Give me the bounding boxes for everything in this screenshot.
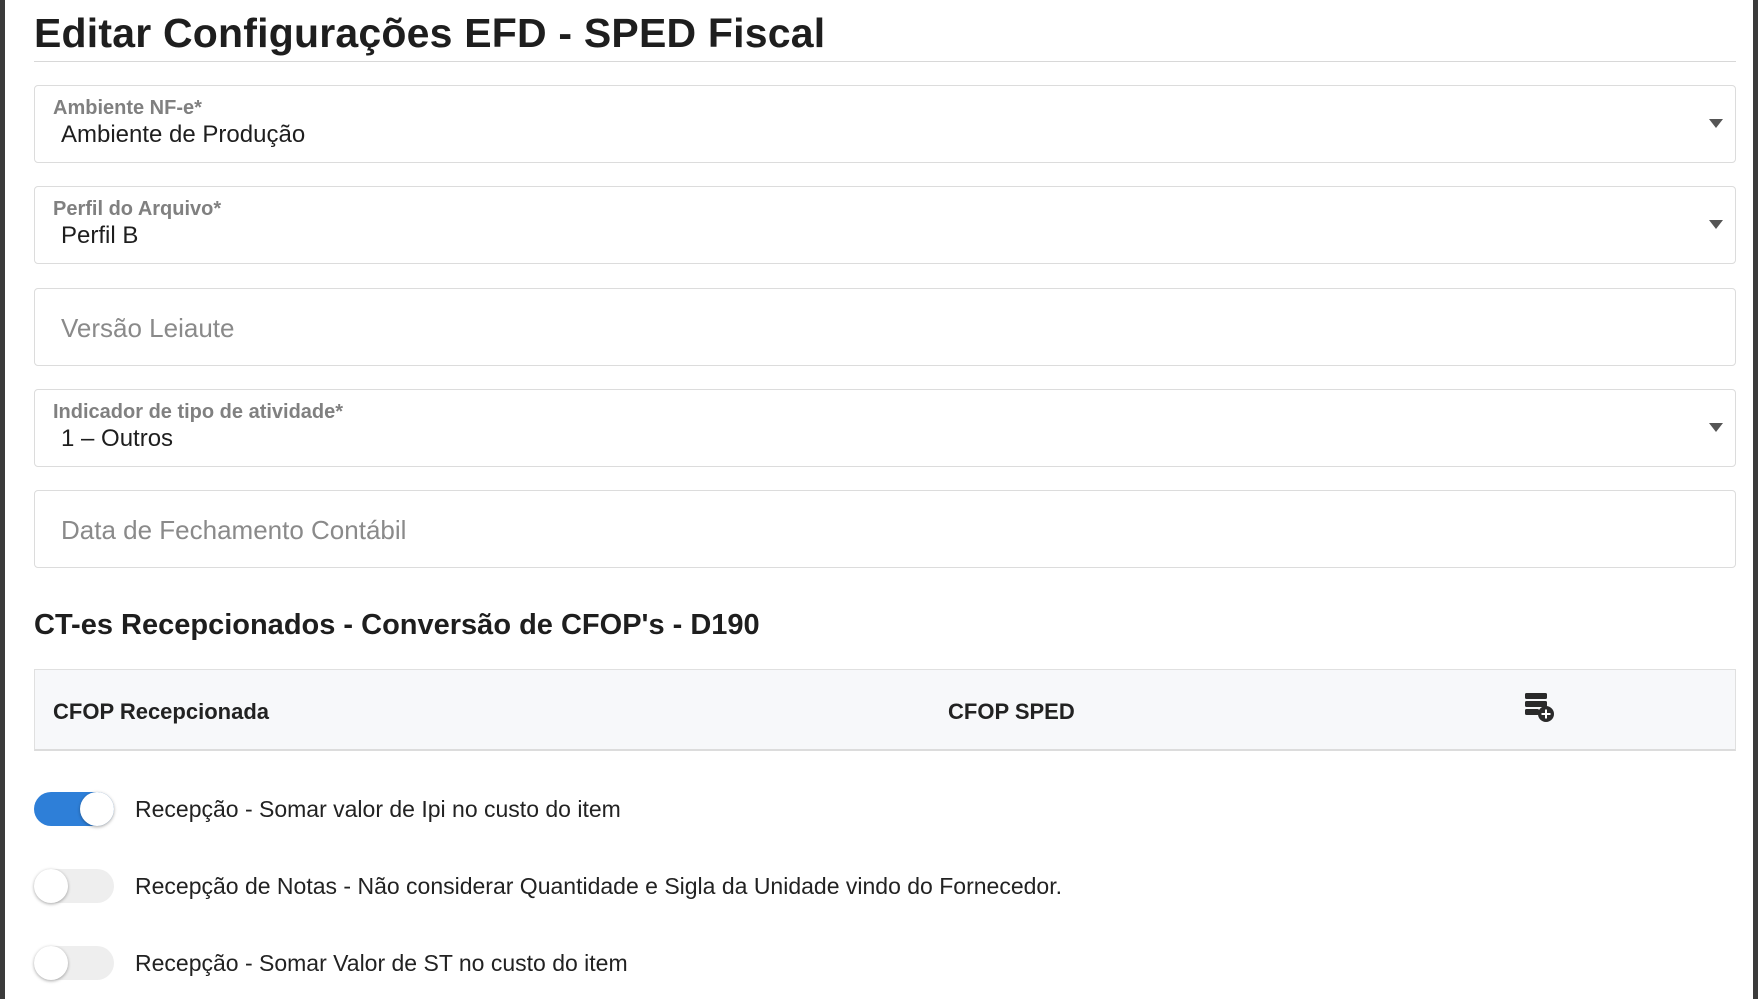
indicador-atividade-select[interactable]: Indicador de tipo de atividade* 1 – Outr… <box>34 389 1736 467</box>
cfop-table-header: CFOP Recepcionada CFOP SPED <box>34 669 1736 751</box>
chevron-down-icon <box>1709 423 1723 432</box>
ambiente-nfe-select[interactable]: Ambiente NF-e* Ambiente de Produção <box>34 85 1736 163</box>
chevron-down-icon <box>1709 220 1723 229</box>
perfil-arquivo-label: Perfil do Arquivo* <box>53 198 222 220</box>
ambiente-nfe-label: Ambiente NF-e* <box>53 97 202 119</box>
chevron-down-icon <box>1709 119 1723 128</box>
toggle-quantidade-switch[interactable] <box>34 869 114 903</box>
toggle-row-quantidade: Recepção de Notas - Não considerar Quant… <box>34 869 1736 909</box>
page-title: Editar Configurações EFD - SPED Fiscal <box>34 10 826 56</box>
toggle-knob <box>80 792 114 826</box>
page-frame: Editar Configurações EFD - SPED Fiscal A… <box>0 0 1758 999</box>
versao-leiaute-placeholder: Versão Leiaute <box>61 313 235 343</box>
toggle-ipi-switch[interactable] <box>34 792 114 826</box>
toggle-row-st: Recepção - Somar Valor de ST no custo do… <box>34 946 1736 986</box>
data-fechamento-placeholder: Data de Fechamento Contábil <box>61 515 407 545</box>
indicador-atividade-value: 1 – Outros <box>61 425 174 452</box>
toggle-st-label: Recepção - Somar Valor de ST no custo do… <box>135 950 628 976</box>
perfil-arquivo-value: Perfil B <box>61 222 139 249</box>
col-cfop-recepcionada: CFOP Recepcionada <box>53 699 269 724</box>
toggle-quantidade-label: Recepção de Notas - Não considerar Quant… <box>135 873 1062 899</box>
cfop-section-title: CT-es Recepcionados - Conversão de CFOP'… <box>34 609 760 641</box>
toggle-st-switch[interactable] <box>34 946 114 980</box>
toggle-row-ipi: Recepção - Somar valor de Ipi no custo d… <box>34 792 1736 832</box>
indicador-atividade-label: Indicador de tipo de atividade* <box>53 401 344 423</box>
add-row-icon[interactable] <box>1523 690 1557 724</box>
toggle-knob <box>34 869 68 903</box>
data-fechamento-input[interactable]: Data de Fechamento Contábil <box>34 490 1736 568</box>
ambiente-nfe-value: Ambiente de Produção <box>61 121 306 148</box>
col-cfop-sped: CFOP SPED <box>948 699 1075 724</box>
title-divider <box>34 61 1736 62</box>
toggle-knob <box>34 946 68 980</box>
toggle-ipi-label: Recepção - Somar valor de Ipi no custo d… <box>135 796 621 822</box>
versao-leiaute-input[interactable]: Versão Leiaute <box>34 288 1736 366</box>
perfil-arquivo-select[interactable]: Perfil do Arquivo* Perfil B <box>34 186 1736 264</box>
